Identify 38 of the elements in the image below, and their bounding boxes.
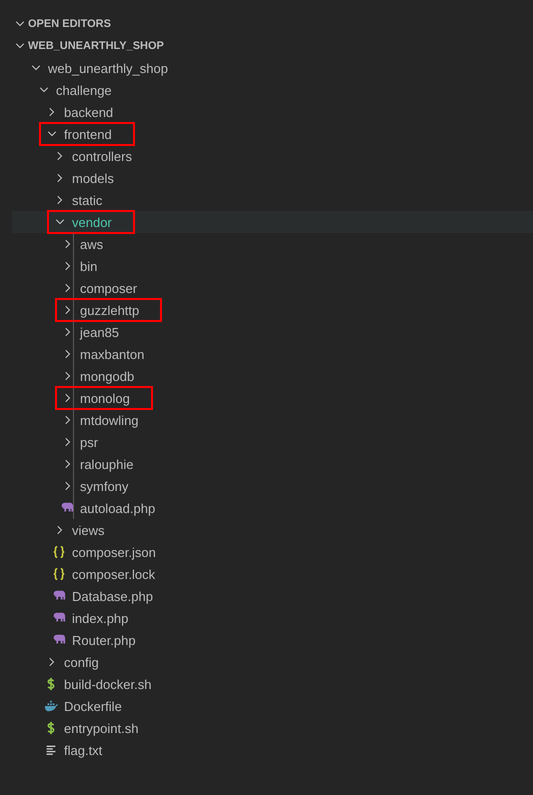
- braces-icon: [52, 567, 66, 581]
- tree-item[interactable]: jean85: [62, 321, 124, 343]
- tree-item[interactable]: Dockerfile: [46, 695, 126, 717]
- tree-item[interactable]: flag.txt: [46, 739, 106, 761]
- tree-item[interactable]: static: [54, 189, 106, 211]
- tree-item[interactable]: frontend: [40, 123, 134, 145]
- tree-item[interactable]: psr: [62, 431, 102, 453]
- tree-item[interactable]: mongodb: [62, 365, 138, 387]
- tree-item[interactable]: composer.json: [54, 541, 160, 563]
- tree-item[interactable]: autoload.php: [62, 497, 160, 519]
- section-header[interactable]: WEB_UNEARTHLY_SHOP: [28, 40, 164, 52]
- whale-icon: [44, 699, 58, 713]
- tree-item[interactable]: backend: [46, 101, 118, 123]
- tree-item[interactable]: maxbanton: [62, 343, 148, 365]
- section-header[interactable]: OPEN EDITORS: [28, 18, 111, 30]
- tree-item[interactable]: Router.php: [54, 629, 140, 651]
- tree-item[interactable]: controllers: [54, 145, 136, 167]
- tree-item[interactable]: views: [54, 519, 109, 541]
- tree-item[interactable]: symfony: [62, 475, 132, 497]
- tree-item[interactable]: mtdowling: [62, 409, 143, 431]
- braces-icon: [52, 545, 66, 559]
- tree-item[interactable]: composer.lock: [54, 563, 160, 585]
- tree-item[interactable]: Database.php: [54, 585, 157, 607]
- tree-item[interactable]: aws: [62, 233, 108, 255]
- tree-item[interactable]: config: [46, 651, 103, 673]
- tree-item[interactable]: challenge: [38, 79, 116, 101]
- tree-item[interactable]: entrypoint.sh: [46, 717, 142, 739]
- tree-item[interactable]: index.php: [54, 607, 132, 629]
- tree-item[interactable]: bin: [62, 255, 102, 277]
- tree-item[interactable]: monolog: [56, 387, 152, 409]
- lines-icon: [44, 743, 58, 757]
- tree-item[interactable]: composer: [62, 277, 142, 299]
- tree-item[interactable]: models: [54, 167, 118, 189]
- tree-item[interactable]: vendor: [48, 211, 134, 233]
- tree-item[interactable]: guzzlehttp: [56, 299, 162, 321]
- tree-item[interactable]: ralouphie: [62, 453, 138, 475]
- tree-item[interactable]: build-docker.sh: [46, 673, 156, 695]
- tree-item[interactable]: web_unearthly_shop: [30, 57, 172, 79]
